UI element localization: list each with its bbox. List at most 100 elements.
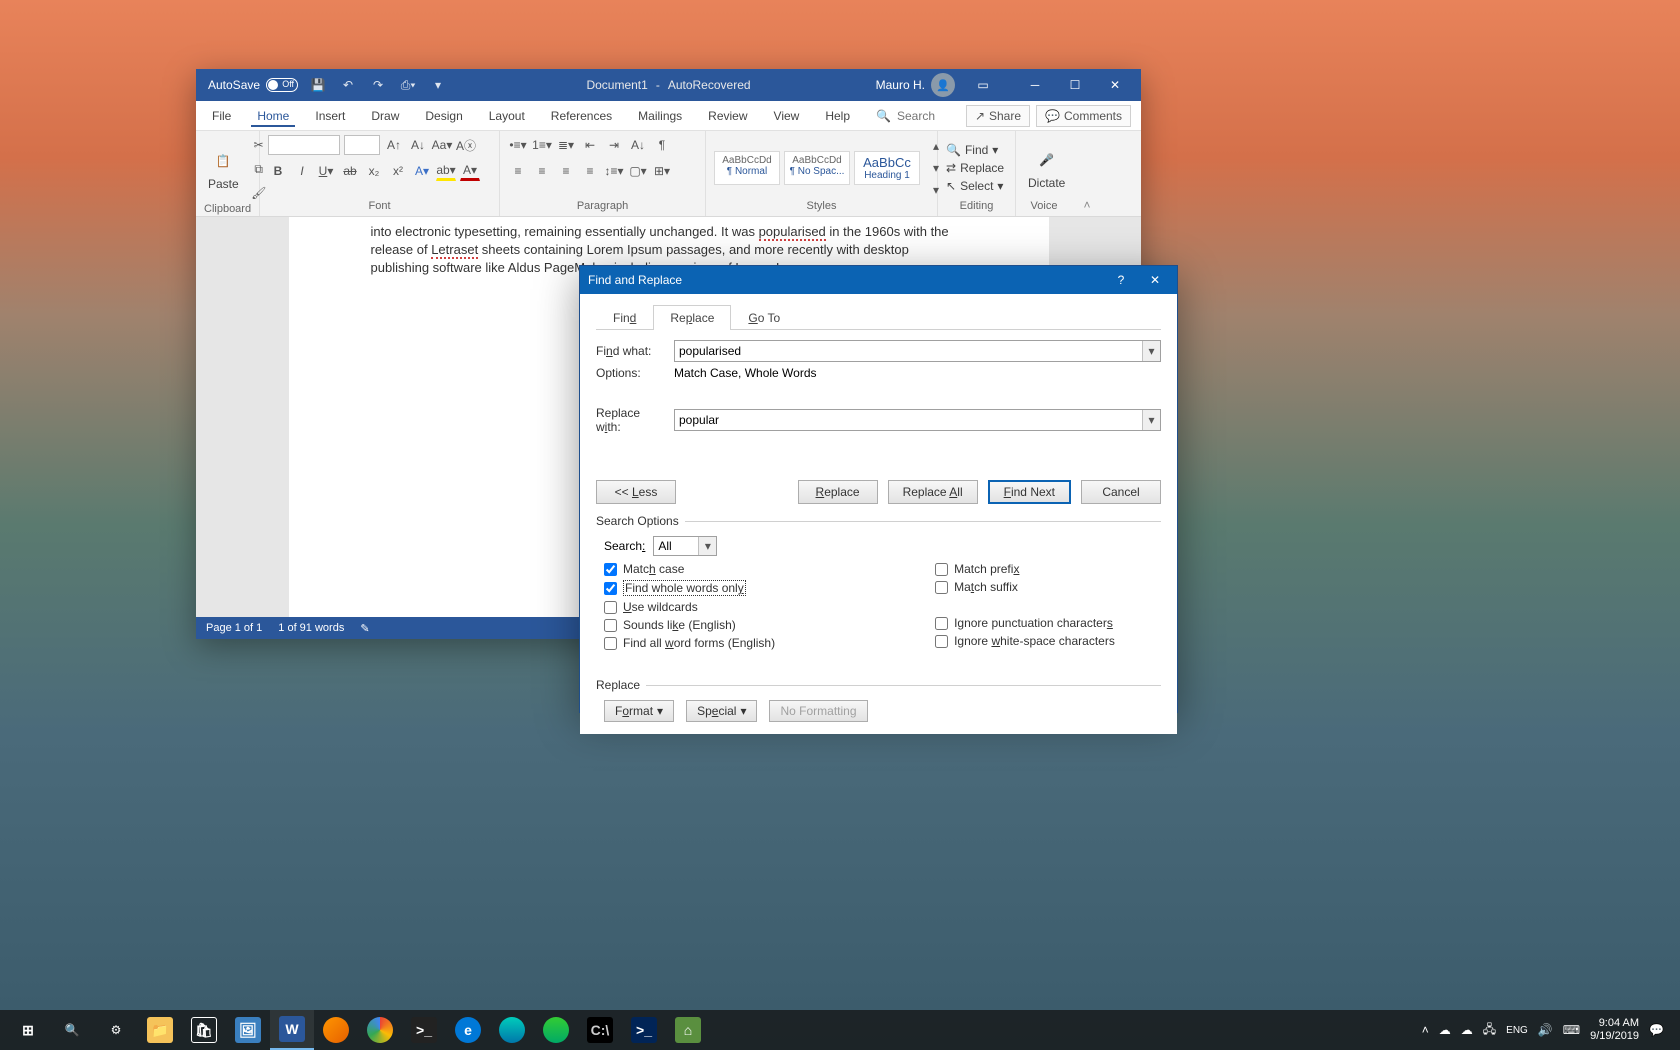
- tab-file[interactable]: File: [206, 105, 237, 127]
- paste-button[interactable]: 📋 Paste: [204, 143, 243, 195]
- tab-review[interactable]: Review: [702, 105, 753, 127]
- settings-button[interactable]: ⚙: [94, 1010, 138, 1050]
- save-icon[interactable]: 💾: [308, 75, 328, 95]
- borders-icon[interactable]: ⊞▾: [652, 161, 672, 181]
- superscript-icon[interactable]: x²: [388, 161, 408, 181]
- highlight-icon[interactable]: ab▾: [436, 161, 456, 181]
- style-heading1[interactable]: AaBbCcHeading 1: [854, 151, 920, 185]
- ignore-punctuation-checkbox[interactable]: Ignore punctuation characters: [935, 616, 1115, 630]
- numbering-icon[interactable]: 1≡▾: [532, 135, 552, 155]
- bullets-icon[interactable]: •≡▾: [508, 135, 528, 155]
- comments-button[interactable]: 💬Comments: [1036, 105, 1131, 127]
- style-normal[interactable]: AaBbCcDd¶ Normal: [714, 151, 780, 185]
- less-button[interactable]: << Less: [596, 480, 676, 504]
- autosave-toggle[interactable]: AutoSave Off: [208, 78, 298, 92]
- photos-button[interactable]: 🖼: [226, 1010, 270, 1050]
- chevron-down-icon[interactable]: ▾: [1142, 341, 1160, 361]
- qat-more-icon[interactable]: ▾: [428, 75, 448, 95]
- undo-icon[interactable]: ↶: [338, 75, 358, 95]
- redo-icon[interactable]: ↷: [368, 75, 388, 95]
- help-button[interactable]: ?: [1107, 266, 1135, 294]
- volume-icon[interactable]: 🔊: [1538, 1023, 1553, 1037]
- find-next-button[interactable]: Find Next: [988, 480, 1071, 504]
- find-button[interactable]: 🔍Find ▾: [946, 143, 1004, 157]
- strike-icon[interactable]: ab: [340, 161, 360, 181]
- search-direction-select[interactable]: All ▾: [653, 536, 717, 556]
- justify-icon[interactable]: ≡: [580, 161, 600, 181]
- tray-expand-icon[interactable]: ˄: [1422, 1023, 1429, 1037]
- font-color-icon[interactable]: A▾: [460, 161, 480, 181]
- tab-help[interactable]: Help: [819, 105, 856, 127]
- weather-icon[interactable]: ☁: [1461, 1023, 1473, 1037]
- toggle-switch[interactable]: Off: [266, 78, 298, 92]
- onedrive-icon[interactable]: ☁: [1439, 1023, 1451, 1037]
- close-button[interactable]: ✕: [1095, 69, 1135, 101]
- replace-button[interactable]: ⇄Replace: [946, 161, 1004, 175]
- tab-mailings[interactable]: Mailings: [632, 105, 688, 127]
- page-indicator[interactable]: Page 1 of 1: [206, 622, 262, 634]
- tab-insert[interactable]: Insert: [309, 105, 351, 127]
- underline-icon[interactable]: U▾: [316, 161, 336, 181]
- firefox-button[interactable]: [314, 1010, 358, 1050]
- special-button[interactable]: Special ▾: [686, 700, 757, 722]
- word-button[interactable]: W: [270, 1010, 314, 1050]
- show-marks-icon[interactable]: ¶: [652, 135, 672, 155]
- tab-view[interactable]: View: [768, 105, 806, 127]
- chevron-down-icon[interactable]: ▾: [698, 537, 716, 555]
- collapse-ribbon-icon[interactable]: ˄: [1072, 131, 1102, 216]
- store-button[interactable]: 🛍: [182, 1010, 226, 1050]
- line-spacing-icon[interactable]: ↕≡▾: [604, 161, 624, 181]
- dictate-button[interactable]: 🎤 Dictate: [1024, 142, 1069, 194]
- edge-dev-button[interactable]: [534, 1010, 578, 1050]
- match-prefix-checkbox[interactable]: Match prefix: [935, 562, 1115, 576]
- close-button[interactable]: ✕: [1141, 266, 1169, 294]
- replace-button[interactable]: Replace: [798, 480, 878, 504]
- terminal-button[interactable]: >_: [402, 1010, 446, 1050]
- clear-format-icon[interactable]: Aⓧ: [456, 135, 476, 155]
- keyboard-icon[interactable]: ⌨: [1563, 1023, 1580, 1037]
- sort-icon[interactable]: A↓: [628, 135, 648, 155]
- notifications-icon[interactable]: 💬: [1649, 1023, 1664, 1037]
- format-button[interactable]: Format ▾: [604, 700, 674, 722]
- titlebar[interactable]: AutoSave Off 💾 ↶ ↷ ⎙▾ ▾ Document1 - Auto…: [196, 69, 1141, 101]
- share-button[interactable]: ↗Share: [966, 105, 1030, 127]
- sounds-like-checkbox[interactable]: Sounds like (English): [604, 618, 775, 632]
- powershell-button[interactable]: >_: [622, 1010, 666, 1050]
- maximize-button[interactable]: ☐: [1055, 69, 1095, 101]
- file-explorer-button[interactable]: 📁: [138, 1010, 182, 1050]
- align-right-icon[interactable]: ≡: [556, 161, 576, 181]
- tab-replace[interactable]: Replace: [653, 305, 731, 330]
- app-button[interactable]: ⌂: [666, 1010, 710, 1050]
- subscript-icon[interactable]: x₂: [364, 161, 384, 181]
- word-count[interactable]: 1 of 91 words: [278, 622, 344, 634]
- cmd-button[interactable]: C:\: [578, 1010, 622, 1050]
- change-case-icon[interactable]: Aa▾: [432, 135, 452, 155]
- shading-icon[interactable]: ▢▾: [628, 161, 648, 181]
- multilevel-icon[interactable]: ≣▾: [556, 135, 576, 155]
- style-nospacing[interactable]: AaBbCcDd¶ No Spac...: [784, 151, 850, 185]
- clock[interactable]: 9:04 AM 9/19/2019: [1590, 1017, 1639, 1043]
- no-formatting-button[interactable]: No Formatting: [769, 700, 867, 722]
- tab-layout[interactable]: Layout: [483, 105, 531, 127]
- decrease-indent-icon[interactable]: ⇤: [580, 135, 600, 155]
- align-left-icon[interactable]: ≡: [508, 161, 528, 181]
- replace-all-button[interactable]: Replace All: [888, 480, 978, 504]
- wildcards-checkbox[interactable]: Use wildcards: [604, 600, 775, 614]
- text-effects-icon[interactable]: A▾: [412, 161, 432, 181]
- align-center-icon[interactable]: ≡: [532, 161, 552, 181]
- search-button[interactable]: 🔍: [50, 1010, 94, 1050]
- cancel-button[interactable]: Cancel: [1081, 480, 1161, 504]
- ignore-whitespace-checkbox[interactable]: Ignore white-space characters: [935, 634, 1115, 648]
- word-forms-checkbox[interactable]: Find all word forms (English): [604, 636, 775, 650]
- network-icon[interactable]: 🖧: [1483, 1020, 1496, 1041]
- edge-beta-button[interactable]: [490, 1010, 534, 1050]
- italic-icon[interactable]: I: [292, 161, 312, 181]
- font-size-combo[interactable]: [344, 135, 380, 155]
- qat-icon[interactable]: ⎙▾: [398, 75, 418, 95]
- replace-with-input[interactable]: popular ▾: [674, 409, 1161, 431]
- spellcheck-icon[interactable]: ✎: [360, 622, 369, 635]
- tab-home[interactable]: Home: [251, 105, 295, 127]
- tab-draw[interactable]: Draw: [365, 105, 405, 127]
- minimize-button[interactable]: ─: [1015, 69, 1055, 101]
- font-name-combo[interactable]: [268, 135, 340, 155]
